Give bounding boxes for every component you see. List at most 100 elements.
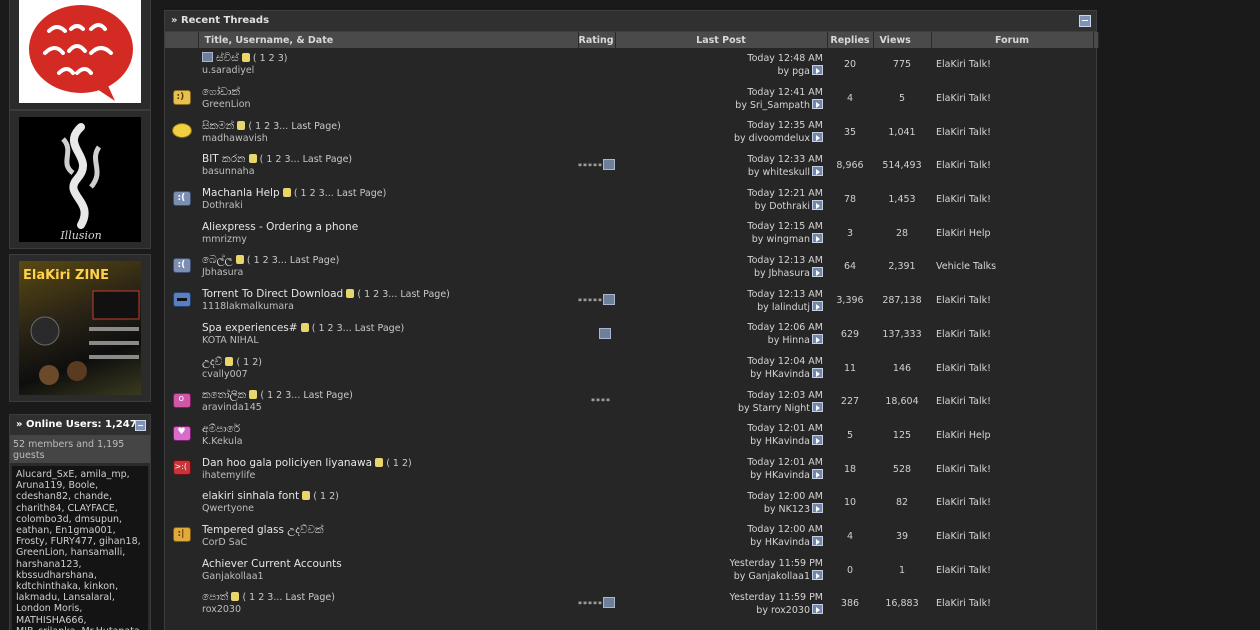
thread-replies[interactable]: 0 — [827, 553, 873, 587]
thread-forum[interactable]: ElaKiri Talk! — [931, 520, 1093, 554]
thread-author[interactable]: Jbhasura — [202, 267, 243, 278]
lastpost-user[interactable]: by pga — [777, 66, 810, 77]
lastpost-user[interactable]: by Jbhasura — [754, 268, 810, 279]
thread-author[interactable]: Ganjakollaa1 — [202, 571, 264, 582]
goto-last-post-icon[interactable] — [812, 368, 823, 379]
thread-forum[interactable]: ElaKiri Talk! — [931, 486, 1093, 520]
thread-title-link[interactable]: සිකමන් — [202, 120, 234, 132]
thread-title-link[interactable]: elakiri sinhala font — [202, 490, 299, 502]
header-rating[interactable]: Rating — [578, 32, 616, 48]
page-links[interactable]: ( 1 2) — [302, 491, 339, 502]
thread-forum[interactable]: ElaKiri Talk! — [931, 183, 1093, 217]
goto-last-post-icon[interactable] — [812, 98, 823, 109]
thread-forum[interactable]: ElaKiri Help — [931, 216, 1093, 250]
thread-author[interactable]: Dothraki — [202, 200, 243, 211]
thread-replies[interactable]: 78 — [827, 183, 873, 217]
ad-box-2[interactable]: Illusion — [9, 110, 151, 249]
thread-replies[interactable]: 3 — [827, 216, 873, 250]
header-replies[interactable]: Replies — [827, 32, 874, 48]
thread-replies[interactable]: 35 — [827, 115, 873, 149]
thread-author[interactable]: CorD SaC — [202, 537, 247, 548]
page-links[interactable]: ( 1 2 3... Last Page) — [231, 592, 335, 603]
thread-title-link[interactable]: ස්විස් — [216, 52, 239, 64]
page-links[interactable]: ( 1 2 3... Last Page) — [282, 188, 386, 199]
header-lastpost[interactable]: Last Post — [615, 32, 828, 48]
thread-title-link[interactable]: Torrent To Direct Download — [202, 288, 343, 300]
goto-last-post-icon[interactable] — [812, 266, 823, 277]
rating-icon[interactable] — [599, 327, 611, 339]
sinhala-red-badge-image[interactable] — [19, 0, 141, 103]
goto-last-post-icon[interactable] — [812, 435, 823, 446]
thread-title-link[interactable]: කතෝලික — [202, 389, 246, 401]
goto-last-post-icon[interactable] — [812, 233, 823, 244]
thread-title-link[interactable]: අම්පාරේ — [202, 423, 240, 435]
thread-replies[interactable]: 18 — [827, 452, 873, 486]
goto-last-post-icon[interactable] — [812, 401, 823, 412]
thread-title-link[interactable]: Spa experiences# — [202, 322, 298, 334]
thread-forum[interactable]: ElaKiri Talk! — [931, 351, 1093, 385]
thread-replies[interactable]: 227 — [827, 385, 873, 419]
header-forum[interactable]: Forum — [931, 32, 1094, 48]
collapse-icon[interactable] — [135, 420, 146, 431]
goto-last-post-icon[interactable] — [812, 64, 823, 75]
page-links[interactable]: ( 1 2 3... Last Page) — [237, 120, 341, 132]
goto-last-post-icon[interactable] — [812, 469, 823, 480]
thread-title-link[interactable]: BIT කරන — [202, 153, 245, 165]
thread-author[interactable]: K.Kekula — [202, 436, 243, 447]
elakiri-zine-banner-image[interactable]: ElaKiri ZINE — [19, 261, 141, 395]
lastpost-user[interactable]: by HKavinda — [750, 537, 810, 548]
thread-replies[interactable]: 386 — [827, 587, 873, 621]
lastpost-user[interactable]: by NK123 — [764, 504, 810, 515]
page-links[interactable]: ( 1 2) — [225, 356, 262, 368]
lastpost-user[interactable]: by HKavinda — [750, 436, 810, 447]
thread-replies[interactable]: 20 — [827, 48, 873, 82]
thread-replies[interactable]: 11 — [827, 351, 873, 385]
thread-replies[interactable]: 4 — [827, 520, 873, 554]
thread-author[interactable]: cvally007 — [202, 369, 248, 380]
thread-forum[interactable]: ElaKiri Talk! — [931, 553, 1093, 587]
thread-replies[interactable]: 64 — [827, 250, 873, 284]
thread-replies[interactable]: 10 — [827, 486, 873, 520]
rating-icon[interactable] — [603, 294, 615, 306]
thread-title-link[interactable]: Achiever Current Accounts — [202, 558, 342, 570]
thread-author[interactable]: madhawavish — [202, 133, 268, 144]
thread-title-link[interactable]: Aliexpress - Ordering a phone — [202, 221, 358, 233]
thread-forum[interactable]: Vehicle Talks — [931, 250, 1093, 284]
thread-author[interactable]: aravinda145 — [202, 402, 262, 413]
thread-forum[interactable]: ElaKiri Talk! — [931, 82, 1093, 116]
goto-last-post-icon[interactable] — [812, 603, 823, 614]
rating-icon[interactable] — [603, 597, 615, 609]
lastpost-user[interactable]: by Ganjakollaa1 — [734, 571, 810, 582]
goto-last-post-icon[interactable] — [812, 334, 823, 345]
collapse-icon[interactable] — [1079, 15, 1091, 27]
thread-title-link[interactable]: ගෝඩාක් — [202, 86, 240, 98]
ad-box-1[interactable] — [9, 0, 151, 110]
page-links[interactable]: ( 1 2 3... Last Page) — [346, 289, 450, 300]
goto-last-post-icon[interactable] — [812, 199, 823, 210]
thread-forum[interactable]: ElaKiri Talk! — [931, 48, 1093, 82]
thread-forum[interactable]: ElaKiri Talk! — [931, 587, 1093, 621]
thread-forum[interactable]: ElaKiri Talk! — [931, 115, 1093, 149]
illusion-tribal-logo-image[interactable]: Illusion — [19, 117, 141, 242]
online-users-header[interactable]: » Online Users: 1,247 — [10, 415, 150, 436]
thread-author[interactable]: 1118lakmalkumara — [202, 301, 294, 312]
thread-title-link[interactable]: බෙල්ල — [202, 254, 233, 266]
goto-last-post-icon[interactable] — [812, 536, 823, 547]
thread-forum[interactable]: ElaKiri Help — [931, 419, 1093, 453]
thread-replies[interactable]: 629 — [827, 318, 873, 352]
thread-author[interactable]: GreenLion — [202, 99, 251, 110]
lastpost-user[interactable]: by wingman — [752, 234, 810, 245]
thread-forum[interactable]: ElaKiri Talk! — [931, 149, 1093, 183]
page-links[interactable]: ( 1 2) — [375, 457, 412, 469]
thread-author[interactable]: u.saradiyel — [202, 65, 254, 76]
thread-replies[interactable] — [827, 621, 873, 630]
thread-replies[interactable]: 3,396 — [827, 284, 873, 318]
header-title[interactable]: Title, Username, & Date — [198, 32, 579, 48]
lastpost-user[interactable]: by lalindutj — [757, 302, 810, 313]
ad-box-3[interactable]: ElaKiri ZINE — [9, 254, 151, 402]
thread-author[interactable]: Qwertyone — [202, 503, 254, 514]
thread-author[interactable]: basunnaha — [202, 166, 255, 177]
lastpost-user[interactable]: by Starry Night — [738, 403, 810, 414]
goto-last-post-icon[interactable] — [812, 570, 823, 581]
thread-forum[interactable] — [931, 621, 1093, 630]
